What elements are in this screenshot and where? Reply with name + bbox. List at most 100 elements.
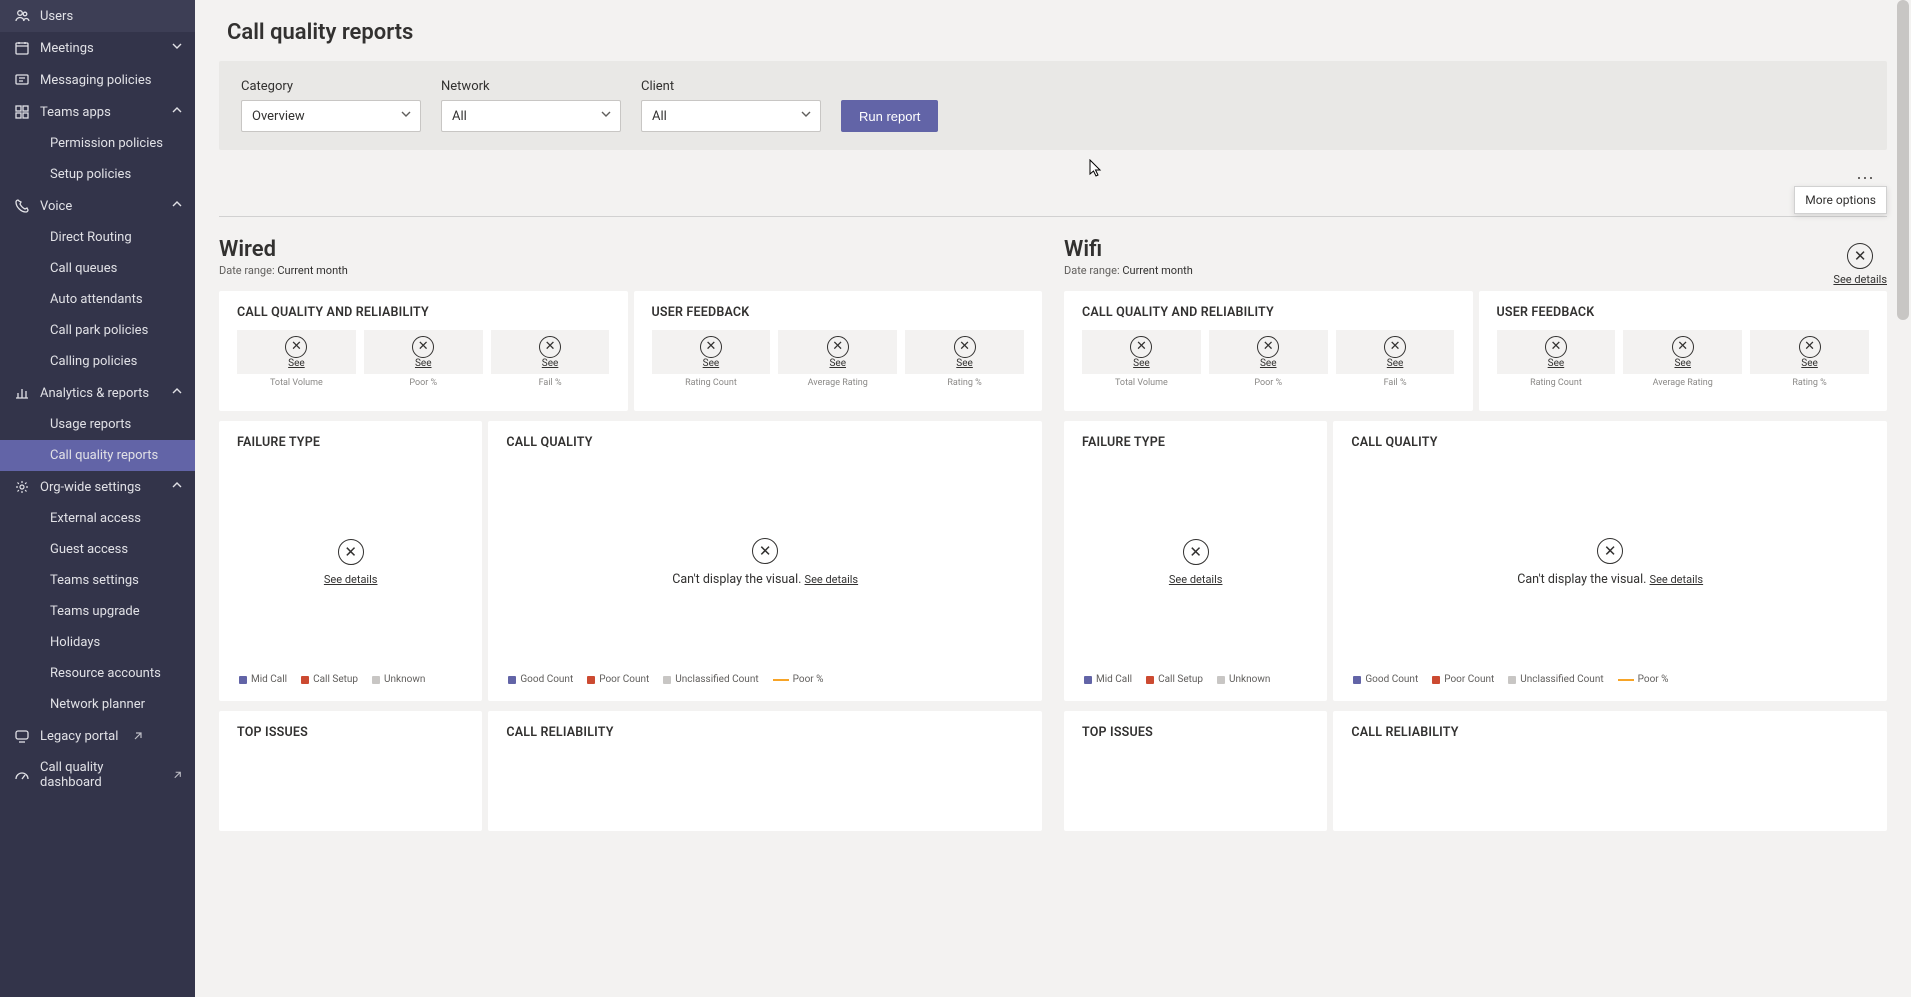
metric-tile: ✕See [905,330,1024,374]
sidebar-item-teams-apps[interactable]: Teams apps [0,96,195,128]
sidebar-item-label: Voice [40,199,72,214]
see-link[interactable]: See [1260,358,1277,369]
sidebar-item-label: Messaging policies [40,73,152,88]
sidebar-item-call-quality-dashboard[interactable]: Call quality dashboard [0,752,195,798]
message-icon [14,72,30,88]
see-details-link[interactable]: See details [805,573,859,586]
see-link[interactable]: See [1548,358,1565,369]
page-title: Call quality reports [219,0,1887,61]
sidebar-item-teams-upgrade[interactable]: Teams upgrade [0,596,195,627]
sidebar-item-label: Call park policies [50,323,148,338]
sidebar-item-call-park-policies[interactable]: Call park policies [0,315,195,346]
metric-tile: ✕See [1209,330,1328,374]
legend-item: Unknown [1217,674,1270,685]
sidebar-item-analytics-reports[interactable]: Analytics & reports [0,377,195,409]
see-details-link[interactable]: See details [1833,273,1887,286]
metric-tile: ✕See [1497,330,1616,374]
select-client[interactable]: All [641,100,821,132]
sidebar-item-holidays[interactable]: Holidays [0,627,195,658]
sidebar-item-teams-settings[interactable]: Teams settings [0,565,195,596]
date-range: Date range: Current month [1064,264,1887,277]
sidebar-item-label: Legacy portal [40,729,118,744]
metric-tile: ✕See [364,330,483,374]
error-icon: ✕ [1384,336,1406,358]
scrollbar[interactable] [1895,0,1911,997]
gear-icon [14,479,30,495]
legend-item: Poor % [773,674,824,685]
phone-icon [14,198,30,214]
see-link[interactable]: See [1133,358,1150,369]
see-link[interactable]: See [415,358,432,369]
sidebar-item-label: Network planner [50,697,145,712]
sidebar-item-label: Resource accounts [50,666,161,681]
card-failure-type: FAILURE TYPE✕See detailsMid CallCall Set… [219,421,482,701]
sidebar-item-label: Calling policies [50,354,137,369]
error-icon: ✕ [1597,538,1623,564]
card-title: FAILURE TYPE [1082,435,1309,450]
error-icon: ✕ [1545,336,1567,358]
see-details-link[interactable]: See details [1650,573,1704,586]
sidebar-item-label: External access [50,511,141,526]
sidebar-item-permission-policies[interactable]: Permission policies [0,128,195,159]
chevron-icon [171,479,183,495]
select-category-value: Overview [252,109,305,124]
sidebar-item-label: Direct Routing [50,230,132,245]
sidebar-item-direct-routing[interactable]: Direct Routing [0,222,195,253]
see-link[interactable]: See [542,358,559,369]
more-options-tooltip: More options [1794,186,1887,214]
select-category[interactable]: Overview [241,100,421,132]
sidebar-item-external-access[interactable]: External access [0,503,195,534]
sidebar-item-voice[interactable]: Voice [0,190,195,222]
sidebar-item-calling-policies[interactable]: Calling policies [0,346,195,377]
see-link[interactable]: See [1387,358,1404,369]
see-link[interactable]: See [288,358,305,369]
metric-tile: ✕See [491,330,610,374]
sidebar-item-auto-attendants[interactable]: Auto attendants [0,284,195,315]
sidebar-item-usage-reports[interactable]: Usage reports [0,409,195,440]
see-details-link[interactable]: See details [324,573,378,586]
content: Call quality reports Category Overview N… [195,0,1911,997]
sidebar-item-resource-accounts[interactable]: Resource accounts [0,658,195,689]
scrollbar-thumb[interactable] [1897,0,1909,320]
see-link[interactable]: See [1801,358,1818,369]
filter-category-label: Category [241,79,421,94]
sidebar-item-call-quality-reports[interactable]: Call quality reports [0,440,195,471]
metric-tile: ✕See [237,330,356,374]
sidebar-item-org-wide-settings[interactable]: Org-wide settings [0,471,195,503]
sidebar-item-setup-policies[interactable]: Setup policies [0,159,195,190]
sidebar-item-network-planner[interactable]: Network planner [0,689,195,720]
chevron-icon [171,40,183,56]
see-link[interactable]: See [703,358,720,369]
sidebar-item-legacy-portal[interactable]: Legacy portal [0,720,195,752]
error-icon: ✕ [412,336,434,358]
sidebar-item-label: Holidays [50,635,100,650]
column-wired: WiredDate range: Current monthCALL QUALI… [219,237,1042,841]
filter-bar: Category Overview Network All Client [219,61,1887,150]
legend-item: Call Setup [1146,674,1203,685]
card-title: FAILURE TYPE [237,435,464,450]
error-icon: ✕ [1847,243,1873,269]
see-details-link[interactable]: See details [1169,573,1223,586]
see-link[interactable]: See [829,358,846,369]
error-icon: ✕ [954,336,976,358]
sidebar-item-meetings[interactable]: Meetings [0,32,195,64]
card-call-reliability: CALL RELIABILITY [1333,711,1887,831]
see-link[interactable]: See [956,358,973,369]
chevron-down-icon [600,108,612,124]
sidebar-item-label: Teams upgrade [50,604,140,619]
sidebar-item-label: Call quality dashboard [40,760,158,790]
sidebar-item-call-queues[interactable]: Call queues [0,253,195,284]
error-icon: ✕ [1799,336,1821,358]
card-title: CALL QUALITY AND RELIABILITY [1082,305,1455,320]
sidebar-item-users[interactable]: Users [0,0,195,32]
legend: Good CountPoor CountUnclassified CountPo… [1351,664,1869,687]
cant-display-text: Can't display the visual. See details [672,572,858,587]
legend-item: Good Count [1353,674,1418,685]
sidebar-item-messaging-policies[interactable]: Messaging policies [0,64,195,96]
run-report-button[interactable]: Run report [841,100,938,132]
metric-caption: Total Volume [1082,378,1201,388]
card-title: CALL QUALITY [506,435,1024,450]
sidebar-item-guest-access[interactable]: Guest access [0,534,195,565]
see-link[interactable]: See [1674,358,1691,369]
select-network[interactable]: All [441,100,621,132]
